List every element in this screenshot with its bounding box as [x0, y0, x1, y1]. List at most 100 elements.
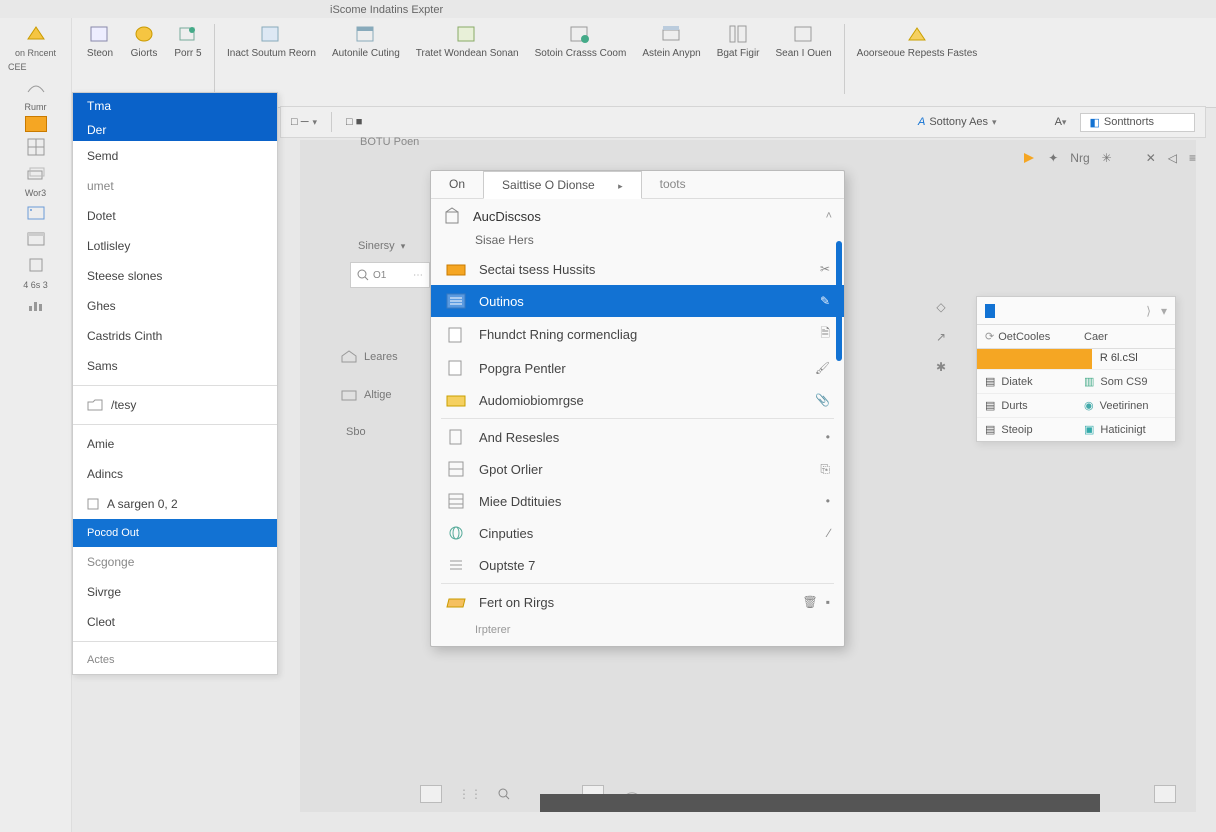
diamond-icon[interactable]: ◇ — [936, 300, 945, 314]
chevron-icon[interactable]: ⟩ — [1146, 304, 1151, 318]
lines-icon — [445, 556, 467, 574]
ribbon-group-2[interactable]: Giorts — [122, 18, 166, 59]
ribbon-label: Astein Anypn — [642, 48, 700, 59]
checkbox-icon — [87, 498, 99, 510]
side-menu-item[interactable]: umet — [73, 171, 277, 201]
search-chip[interactable]: O1 ⋯ — [350, 262, 430, 288]
triangle-warning-icon[interactable] — [2, 22, 69, 44]
popup-item[interactable]: Fhundct Rning cormencliag🗎 — [431, 317, 844, 352]
arrow-ne-icon[interactable]: ↗ — [936, 330, 946, 344]
popup-item[interactable]: Fert on Rirgs🗑▪ — [431, 586, 844, 618]
snowflake-icon[interactable]: ✳ — [1102, 151, 1112, 165]
side-menu-item-selected[interactable]: Pocod Out — [73, 519, 277, 547]
popup-item[interactable]: Miee Ddtituies• — [431, 485, 844, 517]
edit-icon[interactable]: ✎ — [820, 294, 830, 308]
window-icon[interactable] — [2, 228, 69, 250]
grid-icon[interactable] — [2, 136, 69, 158]
table-row[interactable]: ▤Durts◉Veetirinen — [977, 393, 1175, 417]
subribbon-left[interactable]: □ ─ ▾ — [291, 116, 317, 128]
status-btn[interactable] — [420, 785, 442, 803]
collapse-icon[interactable]: ˄ — [826, 210, 832, 222]
sparkle-icon[interactable]: ✦ — [1048, 151, 1058, 165]
triangle-icon[interactable]: ◁ — [1168, 151, 1177, 165]
side-menu-item[interactable]: Scgonge — [73, 547, 277, 577]
col-header[interactable]: ⟳OetCooles — [977, 325, 1076, 348]
search-icon[interactable] — [498, 788, 510, 800]
side-menu-header-2[interactable]: Der — [73, 119, 277, 141]
popup-tab[interactable]: On — [431, 171, 483, 198]
close-icon[interactable]: ✕ — [1146, 151, 1156, 165]
side-menu-item[interactable]: Steese slones — [73, 261, 277, 291]
popup-item[interactable]: Gpot Orlier⎘ — [431, 453, 844, 485]
side-menu-item[interactable]: Semd — [73, 141, 277, 171]
popup-tab[interactable]: toots — [642, 171, 704, 198]
side-menu-item[interactable]: Sams — [73, 351, 277, 381]
side-menu-checkbox-item[interactable]: A sargen 0, 2 — [73, 489, 277, 519]
side-menu-item[interactable]: Lotlisley — [73, 231, 277, 261]
ribbon-group-4[interactable]: Inact Soutum Reorn — [219, 18, 324, 59]
layers-icon[interactable] — [2, 162, 69, 184]
ribbon-group-10[interactable]: Sean I Ouen — [768, 18, 840, 59]
subribbon-right-field[interactable]: ◧ Sonttnorts — [1080, 113, 1195, 132]
side-menu-item[interactable]: Cleot — [73, 607, 277, 637]
table-row[interactable]: ▤Diatek▥Som CS9 — [977, 369, 1175, 393]
divider — [73, 385, 277, 386]
side-menu-folder-item[interactable]: /tesy — [73, 390, 277, 420]
cell: R 6l.cSl — [1092, 349, 1175, 369]
asterisk-icon[interactable]: ✱ — [936, 360, 946, 374]
right-panel-headers: ⟳OetCooles Caer — [977, 325, 1175, 349]
popup-item[interactable]: And Resesles• — [431, 421, 844, 453]
hardhat-icon[interactable] — [2, 76, 69, 98]
orange-note-icon[interactable] — [25, 116, 47, 132]
status-btn[interactable] — [1154, 785, 1176, 803]
popup-item[interactable]: Popgra Pentler🖌 — [431, 352, 844, 384]
canvas-row[interactable]: Altige — [340, 388, 430, 402]
side-menu-label: A sargen 0, 2 — [107, 497, 178, 511]
scroll-thumb[interactable] — [836, 241, 842, 361]
side-menu-footer[interactable]: Actes — [73, 646, 277, 674]
popup-item[interactable]: Cinputies∕ — [431, 517, 844, 549]
down-icon[interactable]: ▾ — [1161, 304, 1167, 318]
popup-item[interactable]: Ouptste 7 — [431, 549, 844, 581]
ribbon-group-7[interactable]: Sotoin Crasss Coom — [527, 18, 635, 59]
popup-item-label: Popgra Pentler — [479, 361, 566, 376]
justify-icon[interactable]: ≡ — [1189, 151, 1196, 165]
bar-chart-icon[interactable] — [2, 294, 69, 316]
popup-item[interactable]: Audomiobiomrgse📎 — [431, 384, 844, 416]
ribbon-group-5[interactable]: Autonile Cuting — [324, 18, 408, 59]
ribbon-group-1[interactable]: Steon — [78, 18, 122, 59]
ribbon-group-9[interactable]: Bgat Figir — [709, 18, 768, 59]
popup-subhead: Sisae Hers — [431, 233, 844, 253]
side-menu-item[interactable]: Amie — [73, 429, 277, 459]
canvas-row[interactable]: Leares — [340, 350, 430, 364]
square-icon[interactable] — [2, 254, 69, 276]
app-root: iScome Indatins Expter Ruvre Steon Giort… — [0, 0, 1216, 832]
popup-item-selected[interactable]: Outinos✎ — [431, 285, 844, 317]
search-label: O1 — [373, 270, 386, 281]
right-panel-selected-row[interactable]: R 6l.cSl — [977, 349, 1175, 369]
side-menu-header-1[interactable]: Tma — [73, 93, 277, 119]
side-menu-item[interactable]: Sivrge — [73, 577, 277, 607]
popup-item[interactable]: Sectai tsess Hussits✂ — [431, 253, 844, 285]
popup-scrollbar[interactable] — [836, 241, 842, 636]
side-menu-item[interactable]: Adincs — [73, 459, 277, 489]
popup-footer: Irpterer — [431, 618, 844, 646]
side-menu-item[interactable]: Castrids Cinth — [73, 321, 277, 351]
ribbon-group-8[interactable]: Astein Anypn — [634, 18, 708, 59]
popup-section-head[interactable]: AucDiscsos ˄ — [431, 199, 844, 233]
side-menu-item[interactable]: Dotet — [73, 201, 277, 231]
more-icon[interactable]: ▪ — [826, 595, 830, 609]
trash-icon[interactable]: 🗑 — [803, 595, 818, 609]
play-orange-icon[interactable] — [1022, 152, 1036, 164]
side-menu-item[interactable]: Ghes — [73, 291, 277, 321]
browser-icon[interactable] — [2, 202, 69, 224]
subribbon-fx[interactable]: A Sottony Aes ▾ — [918, 116, 997, 128]
subribbon-mid[interactable]: □ ■ — [346, 116, 362, 128]
col-header[interactable]: Caer — [1076, 325, 1175, 348]
ribbon-group-3[interactable]: Porr 5 — [166, 18, 210, 59]
popup-tab-active[interactable]: Saittise O Dionse ▸ — [483, 171, 642, 199]
table-row[interactable]: ▤Steoip▣Haticinigt — [977, 417, 1175, 441]
ribbon-group-6[interactable]: Tratet Wondean Sonan — [408, 18, 527, 59]
ribbon-group-11[interactable]: Aoorseoue Repests Fastes — [849, 18, 986, 59]
popup-item-label: Sectai tsess Hussits — [479, 262, 595, 277]
